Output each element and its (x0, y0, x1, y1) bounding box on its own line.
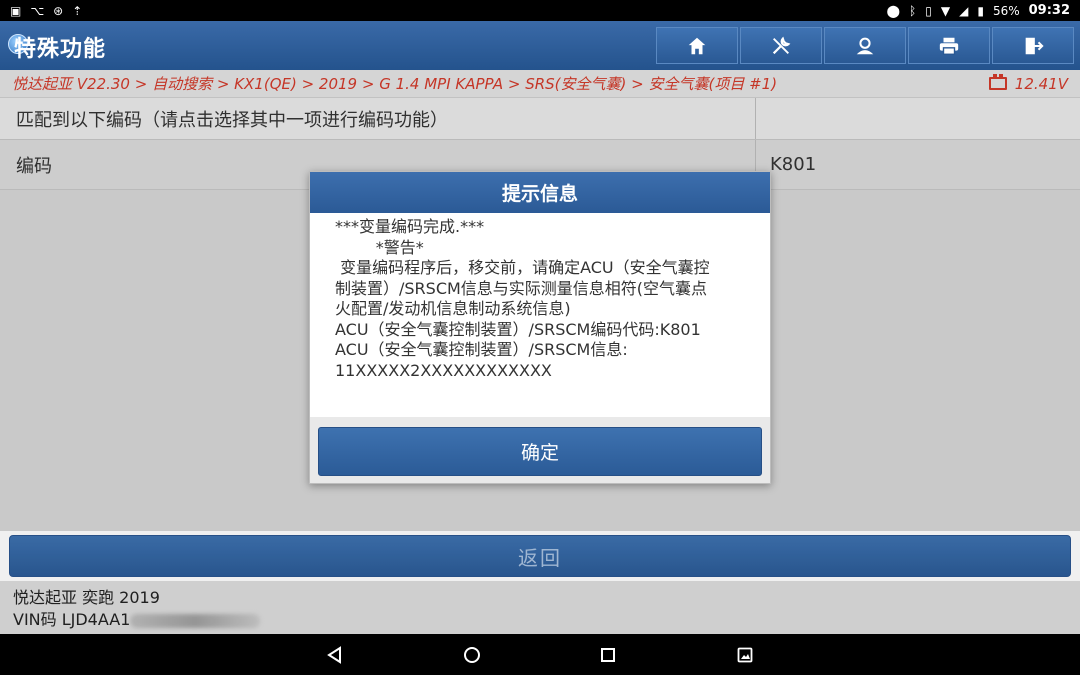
exit-icon (1025, 37, 1044, 54)
screenshot-button[interactable] (734, 644, 756, 666)
recents-icon (601, 648, 615, 662)
signal-icon: ◢ (959, 3, 969, 18)
wifi-icon: ▼ (940, 3, 951, 18)
print-icon (939, 37, 959, 55)
vpn-icon: ⌥ (30, 3, 45, 18)
dialog-line: ACU（安全气囊控制装置）/SRSCM信息: (335, 340, 628, 359)
info-dialog: 提示信息 ***变量编码完成.*** *警告* 变量编码程序后，移交前，请确定A… (309, 171, 771, 484)
diagnostic-tools-icon (772, 36, 791, 54)
location-icon: ⬤ (886, 3, 901, 18)
exit-button[interactable] (992, 27, 1074, 64)
vibrate-icon: ▯ (925, 3, 932, 18)
dialog-line: *警告* (335, 237, 424, 257)
battery-percent: 56% (992, 3, 1020, 18)
usb-icon: ⊛ (53, 3, 64, 18)
dialog-title: 提示信息 (310, 172, 770, 213)
bluetooth-icon: ᛒ (909, 3, 917, 18)
dialog-line: ***变量编码完成.*** (335, 217, 485, 236)
print-button[interactable] (908, 27, 990, 64)
home-icon (688, 37, 706, 54)
dialog-line: 制装置）/SRSCM信息与实际测量信息相符(空气囊点 (335, 278, 708, 298)
home-circle-icon (464, 647, 480, 663)
upload-icon: ⇡ (72, 3, 83, 18)
dialog-line: 变量编码程序后，移交前，请确定ACU（安全气囊控 (335, 258, 710, 277)
dialog-line: 火配置/发动机信息制动系统信息) (335, 299, 571, 318)
user-icon (856, 37, 874, 54)
recents-button[interactable] (597, 644, 619, 666)
status-bar: ▣ ⌥ ⊛ ⇡ ⬤ ᛒ ▯ ▼ ◢ ▮ 56% 09:32 (0, 0, 1080, 21)
image-icon: ▣ (10, 3, 22, 18)
dialog-line: 11XXXXX2XXXXXXXXXXXX (335, 360, 552, 380)
back-icon (327, 646, 341, 664)
diagnostic-tools-button[interactable] (740, 27, 822, 64)
page-title: 特殊功能 (14, 37, 107, 62)
user-button[interactable] (824, 27, 906, 64)
battery-icon: ▮ (977, 3, 984, 18)
ok-button[interactable]: 确定 (318, 427, 762, 476)
dialog-line: ACU（安全气囊控制装置）/SRSCM编码代码:K801 (335, 319, 701, 339)
back-button[interactable] (324, 644, 346, 666)
toolbar (656, 27, 1074, 64)
home-nav-button[interactable] (461, 644, 483, 666)
screenshot-icon (737, 647, 753, 663)
navigation-bar (0, 634, 1080, 675)
app-header: 特殊功能 (0, 21, 1080, 70)
dialog-body: ***变量编码完成.*** *警告* 变量编码程序后，移交前，请确定ACU（安全… (310, 213, 770, 417)
clock: 09:32 (1028, 3, 1070, 18)
home-button[interactable] (656, 27, 738, 64)
